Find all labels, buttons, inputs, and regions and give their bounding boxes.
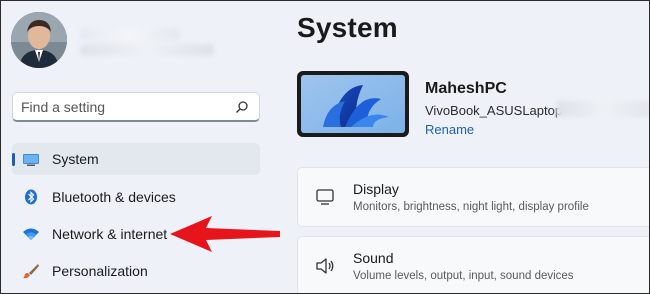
settings-card-display[interactable]: Display Monitors, brightness, night ligh… [297,167,650,227]
sidebar-item-label: System [52,151,99,167]
card-subtitle: Volume levels, output, input, sound devi… [353,270,574,282]
card-subtitle: Monitors, brightness, night light, displ… [353,201,589,213]
sidebar-item-personalization[interactable]: Personalization [12,255,260,287]
windows-bloom-wallpaper-icon [301,75,405,133]
blurred-user-email [80,44,214,56]
settings-card-sound[interactable]: Sound Volume levels, output, input, soun… [297,236,650,294]
wifi-icon [23,228,39,240]
rename-link[interactable]: Rename [425,122,474,137]
sidebar-item-label: Network & internet [52,226,168,242]
bluetooth-icon [25,189,37,205]
sidebar-item-system[interactable]: System [12,143,260,175]
page-title: System [297,12,398,43]
search-input[interactable] [21,97,231,117]
sidebar-item-label: Personalization [52,263,148,279]
red-arrow-icon [170,216,280,252]
system-icon [23,154,39,166]
search-icon[interactable] [235,100,249,114]
card-title: Sound [353,250,394,266]
brush-icon [23,264,39,279]
device-thumbnail [297,71,409,137]
blurred-user-name [80,28,180,40]
search-box[interactable] [12,92,260,122]
sidebar-item-label: Bluetooth & devices [52,189,176,205]
blurred-device-info [556,101,650,117]
device-model: VivoBook_ASUSLaptop [425,103,563,118]
speaker-icon [316,258,334,274]
avatar[interactable] [11,12,67,68]
card-title: Display [353,181,399,197]
sidebar-item-bluetooth[interactable]: Bluetooth & devices [12,181,260,213]
device-name: MaheshPC [425,80,507,97]
user-photo-icon [11,12,67,68]
selection-indicator [12,153,15,166]
monitor-icon [316,189,334,205]
